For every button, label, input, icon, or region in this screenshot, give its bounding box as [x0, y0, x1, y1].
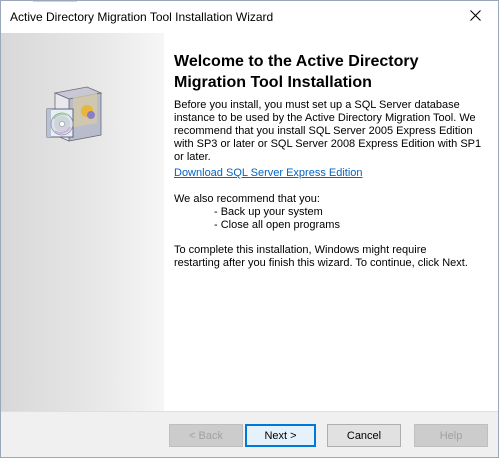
recommend-text: We also recommend that you: — [174, 193, 320, 205]
software-box-cd-icon — [46, 86, 103, 142]
button-bar: < Back Next > Cancel Help — [1, 411, 498, 457]
restart-notice-text: To complete this installation, Windows m… — [174, 244, 468, 269]
list-item: - Close all open programs — [214, 219, 340, 231]
installer-window: Active Directory Migration Tool Installa… — [0, 0, 499, 458]
wizard-content: Welcome to the Active Directory Migratio… — [1, 33, 498, 411]
close-icon — [469, 10, 481, 24]
window-title: Active Directory Migration Tool Installa… — [10, 10, 274, 24]
cancel-button[interactable]: Cancel — [327, 424, 401, 447]
download-sql-express-link[interactable]: Download SQL Server Express Edition — [174, 167, 363, 179]
sql-requirement-text: Before you install, you must set up a SQ… — [174, 99, 482, 163]
help-button[interactable]: Help — [414, 424, 488, 447]
page-title: Welcome to the Active Directory Migratio… — [174, 53, 419, 91]
back-button[interactable]: < Back — [169, 424, 243, 447]
recommendation-list: - Back up your system - Close all open p… — [214, 206, 340, 232]
list-item: - Back up your system — [214, 206, 323, 218]
next-button[interactable]: Next > — [245, 424, 316, 447]
close-button[interactable] — [452, 2, 498, 32]
title-bar[interactable]: Active Directory Migration Tool Installa… — [1, 2, 498, 33]
wizard-text-panel: Welcome to the Active Directory Migratio… — [174, 33, 490, 411]
wizard-side-banner — [1, 33, 164, 411]
